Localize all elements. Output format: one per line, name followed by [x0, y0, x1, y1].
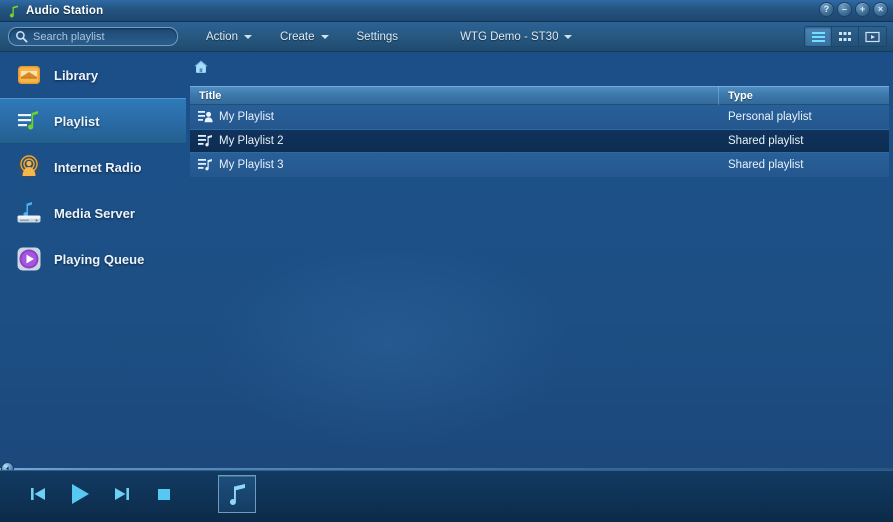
cell-title: My Playlist 3 [190, 153, 719, 177]
home-icon[interactable] [192, 58, 210, 76]
library-icon [14, 60, 44, 90]
music-note-icon [229, 484, 246, 506]
cover-view-icon [865, 31, 880, 42]
sidebar-item-label: Library [54, 67, 99, 83]
menu-bar: Action Create Settings WTG Demo - ST30 [192, 22, 586, 52]
view-toggle-group [804, 26, 887, 47]
internet-radio-icon [14, 152, 44, 182]
menu-settings[interactable]: Settings [343, 22, 413, 52]
title-bar: Audio Station ? – + × [0, 0, 893, 22]
menu-server-selector[interactable]: WTG Demo - ST30 [446, 22, 586, 52]
search-icon [15, 30, 28, 43]
sidebar-item-media-server[interactable]: Media Server [0, 190, 186, 236]
previous-button[interactable] [24, 479, 52, 509]
sidebar-item-internet-radio[interactable]: Internet Radio [0, 144, 186, 190]
list-view-button[interactable] [805, 27, 832, 46]
content-area: Title Type My Playlist Personal playlist… [186, 52, 893, 459]
breadcrumb [186, 52, 893, 82]
menu-create-label: Create [279, 31, 315, 43]
grid-view-button[interactable] [832, 27, 859, 46]
music-note-icon [5, 2, 23, 20]
stop-icon [158, 489, 170, 500]
next-icon [115, 488, 129, 500]
column-header-type[interactable]: Type [719, 86, 889, 105]
sidebar: Library Playlist Internet Radio Media Se… [0, 52, 186, 459]
menu-settings-label: Settings [356, 31, 399, 43]
minimize-button[interactable]: – [837, 2, 852, 17]
menu-server-label: WTG Demo - ST30 [460, 31, 559, 43]
next-button[interactable] [108, 479, 136, 509]
table-header-row: Title Type [190, 86, 889, 105]
maximize-button[interactable]: + [855, 2, 870, 17]
window-title: Audio Station [26, 4, 104, 17]
audio-station-window: Audio Station ? – + × Action Cre [0, 0, 893, 522]
transport-controls [24, 479, 178, 509]
cell-title: My Playlist [190, 105, 719, 129]
cell-title-text: My Playlist 3 [219, 159, 284, 171]
shared-playlist-icon [198, 134, 213, 149]
cell-type: Shared playlist [728, 159, 804, 171]
cell-type: Personal playlist [728, 111, 812, 123]
shared-playlist-icon [198, 158, 213, 173]
sidebar-item-label: Media Server [54, 205, 135, 221]
personal-playlist-icon [198, 110, 213, 125]
close-button[interactable]: × [873, 2, 888, 17]
cell-title-text: My Playlist [219, 111, 274, 123]
sidebar-item-playlist[interactable]: Playlist [0, 98, 186, 144]
search-input[interactable] [33, 30, 175, 43]
sidebar-item-label: Playing Queue [54, 251, 145, 267]
cell-title: My Playlist 2 [190, 130, 719, 152]
table-row[interactable]: My Playlist 3 Shared playlist [190, 153, 889, 177]
sidebar-item-label: Internet Radio [54, 159, 142, 175]
chevron-down-icon [243, 35, 252, 39]
playlist-table: Title Type My Playlist Personal playlist… [190, 86, 889, 177]
cell-type: Shared playlist [728, 135, 804, 147]
menu-create[interactable]: Create [266, 22, 343, 52]
search-box[interactable] [8, 27, 178, 46]
chevron-down-icon [320, 35, 329, 39]
sidebar-item-label: Playlist [54, 113, 100, 129]
playing-queue-icon [14, 244, 44, 274]
sidebar-item-playing-queue[interactable]: Playing Queue [0, 236, 186, 282]
player-bar: --:-- / --:-- [0, 470, 893, 522]
table-row[interactable]: My Playlist 2 Shared playlist [190, 129, 889, 153]
now-playing-thumbnail[interactable] [218, 475, 256, 513]
grid-view-icon [839, 31, 851, 41]
cell-title-text: My Playlist 2 [219, 135, 284, 147]
window-controls: ? – + × [819, 2, 888, 17]
column-header-title[interactable]: Title [190, 86, 719, 105]
cover-view-button[interactable] [859, 27, 886, 46]
play-button[interactable] [66, 479, 94, 509]
playlist-icon [14, 106, 44, 136]
toolbar: Action Create Settings WTG Demo - ST30 [0, 22, 893, 52]
sidebar-item-library[interactable]: Library [0, 52, 186, 98]
previous-icon [31, 488, 45, 500]
list-view-icon [811, 31, 825, 42]
menu-action-label: Action [206, 31, 238, 43]
chevron-down-icon [564, 35, 573, 39]
menu-action[interactable]: Action [192, 22, 266, 52]
media-server-icon [14, 198, 44, 228]
play-icon [72, 484, 89, 504]
help-button[interactable]: ? [819, 2, 834, 17]
table-row[interactable]: My Playlist Personal playlist [190, 105, 889, 129]
stop-button[interactable] [150, 479, 178, 509]
